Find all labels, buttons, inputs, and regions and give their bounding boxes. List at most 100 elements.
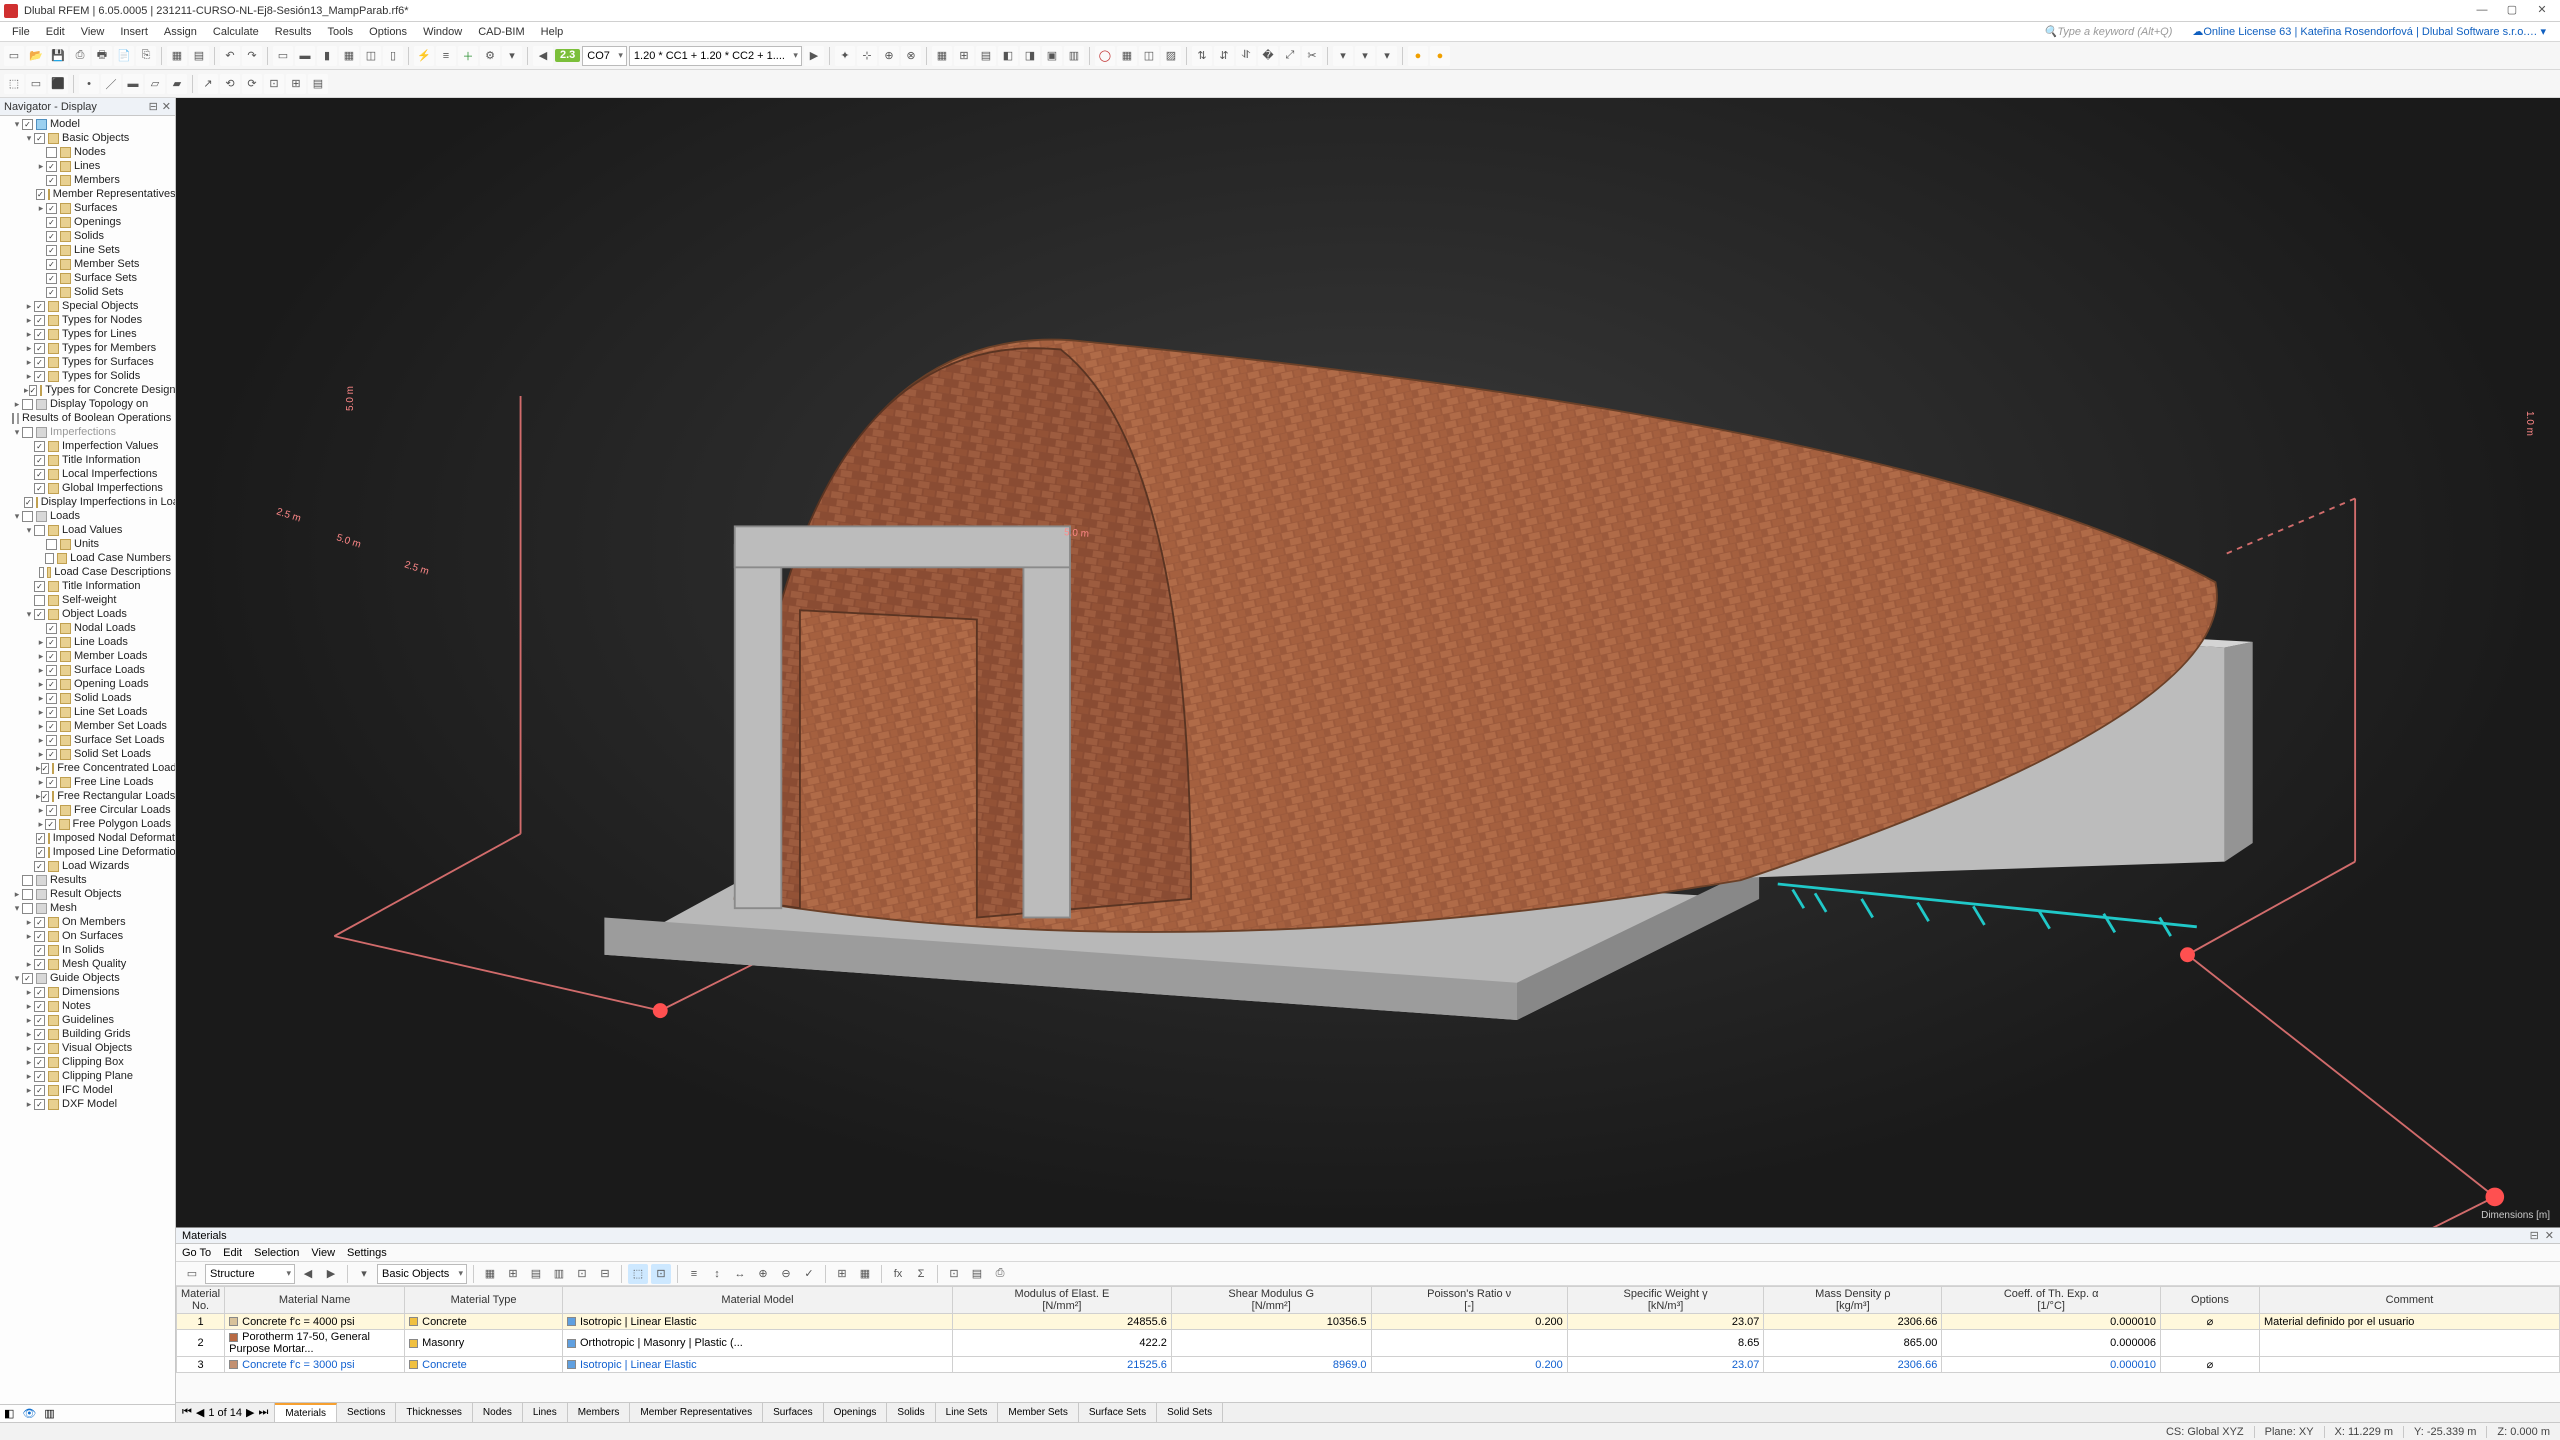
tab-thicknesses[interactable]: Thicknesses <box>396 1403 473 1422</box>
color1-icon[interactable]: ▾ <box>1333 46 1353 66</box>
tree-item[interactable]: ▾Guide Objects <box>0 971 175 985</box>
tree-item[interactable]: Units <box>0 537 175 551</box>
misc4-icon[interactable]: ▥ <box>1064 46 1084 66</box>
panel-close-icon[interactable]: ✕ <box>2545 1229 2554 1242</box>
navigator-tree[interactable]: ▾Model▾Basic ObjectsNodes▸LinesMembersMe… <box>0 116 175 1404</box>
menu-cad-bim[interactable]: CAD-BIM <box>470 22 532 41</box>
tree-item[interactable]: Nodal Loads <box>0 621 175 635</box>
color2-icon[interactable]: ▾ <box>1355 46 1375 66</box>
tree-item[interactable]: ▸Types for Lines <box>0 327 175 341</box>
ed3-icon[interactable]: ⟳ <box>242 74 262 94</box>
tree-item[interactable]: ▾Object Loads <box>0 607 175 621</box>
tree-item[interactable]: Imposed Line Deformations <box>0 845 175 859</box>
bp-menu-view[interactable]: View <box>311 1247 335 1259</box>
table2-icon[interactable]: ▤ <box>189 46 209 66</box>
nav-tab-views-icon[interactable]: ▥ <box>44 1407 54 1420</box>
mesh-icon[interactable]: ▦ <box>1117 46 1137 66</box>
snap2-icon[interactable]: ⊹ <box>857 46 877 66</box>
tree-item[interactable]: Title Information <box>0 453 175 467</box>
sel-icon[interactable]: ⬚ <box>4 74 24 94</box>
page-first-icon[interactable]: ⏮ <box>182 1406 192 1419</box>
menu-insert[interactable]: Insert <box>112 22 156 41</box>
lc-prev-icon[interactable]: ◀ <box>533 46 553 66</box>
view-wire-icon[interactable]: ▭ <box>273 46 293 66</box>
tab-line-sets[interactable]: Line Sets <box>936 1403 999 1422</box>
member-icon[interactable]: ▬ <box>123 74 143 94</box>
color3-icon[interactable]: ▾ <box>1377 46 1397 66</box>
tab-members[interactable]: Members <box>568 1403 631 1422</box>
tb15-icon[interactable]: ⊞ <box>832 1264 852 1284</box>
panel-max-icon[interactable]: ⊟ <box>2530 1229 2539 1242</box>
col-header[interactable]: Coeff. of Th. Exp. α[1/°C] <box>1942 1287 2161 1314</box>
tree-item[interactable]: ▸Types for Members <box>0 341 175 355</box>
open-icon[interactable]: 📂 <box>26 46 46 66</box>
tree-item[interactable]: ▸Free Polygon Loads <box>0 817 175 831</box>
tree-item[interactable]: ▸On Members <box>0 915 175 929</box>
ed1-icon[interactable]: ↗ <box>198 74 218 94</box>
tree-item[interactable]: ▸Member Loads <box>0 649 175 663</box>
tree-item[interactable]: ▸Surfaces <box>0 201 175 215</box>
menu-file[interactable]: File <box>4 22 38 41</box>
tree-item[interactable]: ▸Guidelines <box>0 1013 175 1027</box>
redo-icon[interactable]: ↷ <box>242 46 262 66</box>
tree-item[interactable]: ▸Types for Surfaces <box>0 355 175 369</box>
tab-surface-sets[interactable]: Surface Sets <box>1079 1403 1157 1422</box>
col-header[interactable]: Material Model <box>563 1287 953 1314</box>
col-header[interactable]: Options <box>2160 1287 2259 1314</box>
tree-item[interactable]: Openings <box>0 215 175 229</box>
grid-icon[interactable]: ▦ <box>932 46 952 66</box>
basic-objects-combo[interactable]: Basic Objects <box>377 1264 467 1284</box>
fe2-icon[interactable]: ▨ <box>1161 46 1181 66</box>
tree-item[interactable]: Solid Sets <box>0 285 175 299</box>
bp-menu-go-to[interactable]: Go To <box>182 1247 211 1259</box>
tb16-icon[interactable]: ▦ <box>855 1264 875 1284</box>
tree-item[interactable]: ▸Line Loads <box>0 635 175 649</box>
col-header[interactable]: Poisson's Ratio ν[-] <box>1371 1287 1567 1314</box>
tb11-icon[interactable]: ↔ <box>730 1264 750 1284</box>
tree-item[interactable]: ▾Basic Objects <box>0 131 175 145</box>
tree-item[interactable]: ▸Surface Loads <box>0 663 175 677</box>
tree-item[interactable]: ▸Display Topology on <box>0 397 175 411</box>
tree-item[interactable]: Member Representatives <box>0 187 175 201</box>
sel3-icon[interactable]: ⬛ <box>48 74 68 94</box>
tb8-icon[interactable]: ⊡ <box>651 1264 671 1284</box>
snap4-icon[interactable]: ⊗ <box>901 46 921 66</box>
tab-nodes[interactable]: Nodes <box>473 1403 523 1422</box>
line-icon[interactable]: ／ <box>101 74 121 94</box>
r3-icon[interactable]: ⥯ <box>1236 46 1256 66</box>
snap3-icon[interactable]: ⊕ <box>879 46 899 66</box>
menu-assign[interactable]: Assign <box>156 22 205 41</box>
col-header[interactable]: Shear Modulus G[N/mm²] <box>1171 1287 1371 1314</box>
check-icon[interactable]: ◯ <box>1095 46 1115 66</box>
tree-item[interactable]: ▸Types for Nodes <box>0 313 175 327</box>
r6-icon[interactable]: ✂ <box>1302 46 1322 66</box>
save-icon[interactable]: 💾 <box>48 46 68 66</box>
close-button[interactable]: ✕ <box>2528 2 2556 20</box>
tb4-icon[interactable]: ▥ <box>549 1264 569 1284</box>
r2-icon[interactable]: ⇵ <box>1214 46 1234 66</box>
tree-item[interactable]: Results <box>0 873 175 887</box>
tree-item[interactable]: Display Imperfections in Load Cases & ..… <box>0 495 175 509</box>
tb1-icon[interactable]: ▦ <box>480 1264 500 1284</box>
tree-item[interactable]: Imperfection Values <box>0 439 175 453</box>
tab-solid-sets[interactable]: Solid Sets <box>1157 1403 1223 1422</box>
tree-item[interactable]: ▸Visual Objects <box>0 1041 175 1055</box>
bp-menu-selection[interactable]: Selection <box>254 1247 299 1259</box>
col-header[interactable]: Material Name <box>225 1287 405 1314</box>
calc3-icon[interactable]: ⚙ <box>480 46 500 66</box>
tree-item[interactable]: ▸Types for Solids <box>0 369 175 383</box>
tree-item[interactable]: ▸Types for Concrete Design <box>0 383 175 397</box>
tb13-icon[interactable]: ⊖ <box>776 1264 796 1284</box>
tree-item[interactable]: ▸Special Objects <box>0 299 175 313</box>
tb14-icon[interactable]: ✓ <box>799 1264 819 1284</box>
view-shade-icon[interactable]: ▮ <box>317 46 337 66</box>
snap1-icon[interactable]: ✦ <box>835 46 855 66</box>
save-as-icon[interactable]: ⎙ <box>70 46 90 66</box>
materials-table[interactable]: Material No.Material NameMaterial TypeMa… <box>176 1286 2560 1373</box>
table-row[interactable]: 2Porotherm 17-50, General Purpose Mortar… <box>177 1330 2560 1357</box>
tree-item[interactable]: Surface Sets <box>0 271 175 285</box>
tree-item[interactable]: ▸Line Set Loads <box>0 705 175 719</box>
menu-help[interactable]: Help <box>533 22 572 41</box>
misc3-icon[interactable]: ▣ <box>1042 46 1062 66</box>
tree-item[interactable]: Self-weight <box>0 593 175 607</box>
